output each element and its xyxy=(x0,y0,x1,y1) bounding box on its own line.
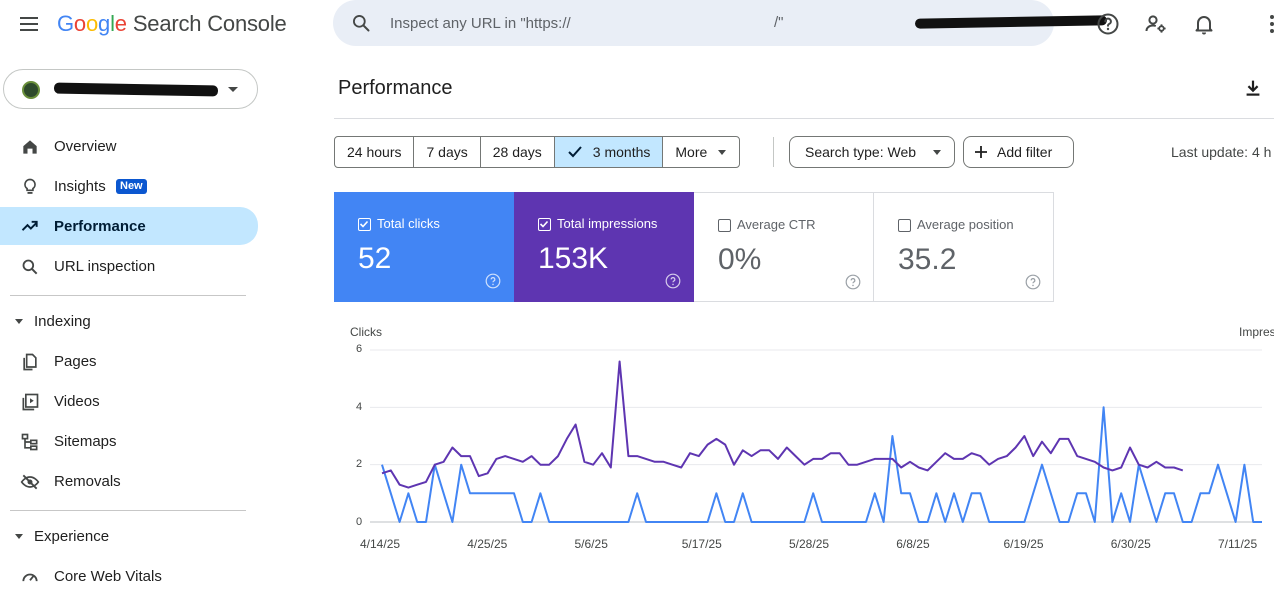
series-line-total-impressions xyxy=(381,360,1184,489)
performance-line-chart[interactable] xyxy=(0,0,1274,590)
